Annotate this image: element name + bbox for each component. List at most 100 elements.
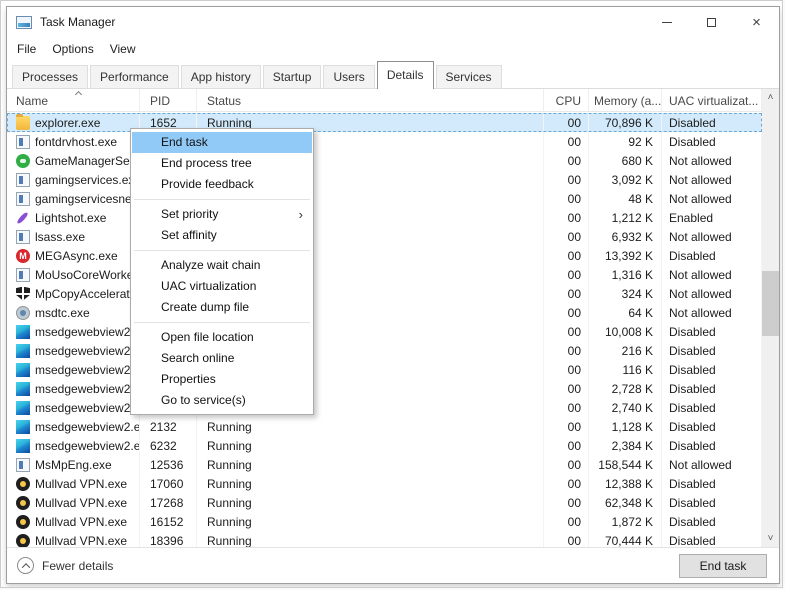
tab-details[interactable]: Details [377,61,434,89]
app-icon [16,230,30,244]
scrollbar-thumb[interactable] [762,271,779,336]
cpu-cell: 00 [544,417,589,436]
footer-bar: Fewer details End task [7,547,779,583]
column-header-pid[interactable]: PID [140,89,197,111]
process-name-cell: lsass.exe [7,227,140,246]
table-row[interactable]: GameManagerService.exe00680 KNot allowed [7,151,762,170]
table-row[interactable]: explorer.exe1652Running0070,896 KDisable… [7,113,762,132]
menu-file[interactable]: File [9,42,44,56]
status-cell: Running [197,455,544,474]
maximize-button[interactable] [689,7,734,37]
gear-icon [16,306,30,320]
table-row[interactable]: msedgewebview2.exe002,740 KDisabled [7,398,762,417]
process-name-cell: msedgewebview2.exe [7,436,140,455]
tab-processes[interactable]: Processes [12,65,88,89]
uac-virtualization-cell: Not allowed [662,189,762,208]
memory-cell: 116 K [589,360,662,379]
table-row[interactable]: gamingservicesnet.exe0048 KNot allowed [7,189,762,208]
uac-virtualization-cell: Disabled [662,132,762,151]
scrollbar-track[interactable] [762,106,779,530]
edge-icon [16,344,30,358]
context-menu-item-set-priority[interactable]: Set priority› [132,204,312,225]
table-row[interactable]: Mullvad VPN.exe18396Running0070,444 KDis… [7,531,762,547]
table-row[interactable]: msedgewebview2.exe00116 KDisabled [7,360,762,379]
tab-users[interactable]: Users [323,65,374,89]
status-cell: Running [197,512,544,531]
context-menu-item-search-online[interactable]: Search online [132,348,312,369]
menu-view[interactable]: View [102,42,144,56]
context-menu-item-open-file-location[interactable]: Open file location [132,327,312,348]
status-cell: Running [197,436,544,455]
process-name-cell: gamingservices.exe [7,170,140,189]
tab-performance[interactable]: Performance [90,65,179,89]
table-row[interactable]: msedgewebview2.exe00216 KDisabled [7,341,762,360]
uac-virtualization-cell: Disabled [662,398,762,417]
table-body: explorer.exe1652Running0070,896 KDisable… [7,113,762,547]
context-menu-item-uac-virtualization[interactable]: UAC virtualization [132,276,312,297]
context-menu-item-end-task[interactable]: End task [132,132,312,153]
details-table: NamePIDStatusCPUMemory (a...UAC virtuali… [7,89,779,547]
uac-virtualization-cell: Not allowed [662,170,762,189]
fewer-details-toggle[interactable]: Fewer details [17,557,113,574]
process-name-cell: explorer.exe [7,113,140,132]
tab-services[interactable]: Services [436,65,502,89]
titlebar[interactable]: Task Manager × [7,7,779,37]
cpu-cell: 00 [544,284,589,303]
mullvad-icon [16,477,30,491]
table-row[interactable]: msdtc.exe0064 KNot allowed [7,303,762,322]
menu-options[interactable]: Options [44,42,101,56]
table-row[interactable]: MsMpEng.exe12536Running00158,544 KNot al… [7,455,762,474]
cpu-cell: 00 [544,493,589,512]
table-row[interactable]: MoUsoCoreWorker.exe001,316 KNot allowed [7,265,762,284]
column-header-name[interactable]: Name [7,89,140,111]
table-row[interactable]: msedgewebview2.exe2132Running001,128 KDi… [7,417,762,436]
table-row[interactable]: Mullvad VPN.exe17060Running0012,388 KDis… [7,474,762,493]
memory-cell: 64 K [589,303,662,322]
context-menu-item-end-process-tree[interactable]: End process tree [132,153,312,174]
column-header-cpu[interactable]: CPU [544,89,589,111]
table-row[interactable]: msedgewebview2.exe6232Running002,384 KDi… [7,436,762,455]
table-row[interactable]: lsass.exe006,932 KNot allowed [7,227,762,246]
column-header-status[interactable]: Status [197,89,544,111]
cpu-cell: 00 [544,360,589,379]
table-row[interactable]: msedgewebview2.exe002,728 KDisabled [7,379,762,398]
status-cell: Running [197,531,544,547]
process-name: fontdrvhost.exe [35,135,117,149]
scroll-down-icon: ˅ [768,533,774,544]
context-menu-item-properties[interactable]: Properties [132,369,312,390]
table-row[interactable]: Mullvad VPN.exe17268Running0062,348 KDis… [7,493,762,512]
context-menu-item-go-to-service-s[interactable]: Go to service(s) [132,390,312,411]
cpu-cell: 00 [544,151,589,170]
menu-separator [134,322,310,323]
table-row[interactable]: gamingservices.exe003,092 KNot allowed [7,170,762,189]
task-manager-icon [16,16,32,29]
process-name-cell: msedgewebview2.exe [7,322,140,341]
process-name-cell: MpCopyAccelerator.exe [7,284,140,303]
close-button[interactable]: × [734,7,779,37]
table-row[interactable]: MpCopyAccelerator.exe00324 KNot allowed [7,284,762,303]
memory-cell: 1,212 K [589,208,662,227]
table-row[interactable]: Lightshot.exe001,212 KEnabled [7,208,762,227]
process-name-cell: Mullvad VPN.exe [7,512,140,531]
column-header-memory-a[interactable]: Memory (a... [589,89,662,111]
table-row[interactable]: msedgewebview2.exe0010,008 KDisabled [7,322,762,341]
minimize-button[interactable] [644,7,689,37]
vertical-scrollbar[interactable]: ˄ ˅ [762,89,779,547]
table-row[interactable]: MEGAsync.exe0013,392 KDisabled [7,246,762,265]
pid-cell: 17268 [140,493,197,512]
context-menu-item-analyze-wait-chain[interactable]: Analyze wait chain [132,255,312,276]
context-menu-item-provide-feedback[interactable]: Provide feedback [132,174,312,195]
memory-cell: 70,896 K [589,113,662,132]
tab-startup[interactable]: Startup [263,65,322,89]
table-row[interactable]: Mullvad VPN.exe16152Running001,872 KDisa… [7,512,762,531]
uac-virtualization-cell: Not allowed [662,151,762,170]
context-menu-item-set-affinity[interactable]: Set affinity [132,225,312,246]
scroll-down-button[interactable]: ˅ [762,530,779,547]
scroll-up-button[interactable]: ˄ [762,89,779,106]
table-row[interactable]: fontdrvhost.exe0092 KDisabled [7,132,762,151]
column-header-uac-virtualizat[interactable]: UAC virtualizat... [662,89,762,111]
edge-icon [16,382,30,396]
tab-app-history[interactable]: App history [181,65,261,89]
end-task-button[interactable]: End task [679,554,767,578]
context-menu-item-create-dump-file[interactable]: Create dump file [132,297,312,318]
